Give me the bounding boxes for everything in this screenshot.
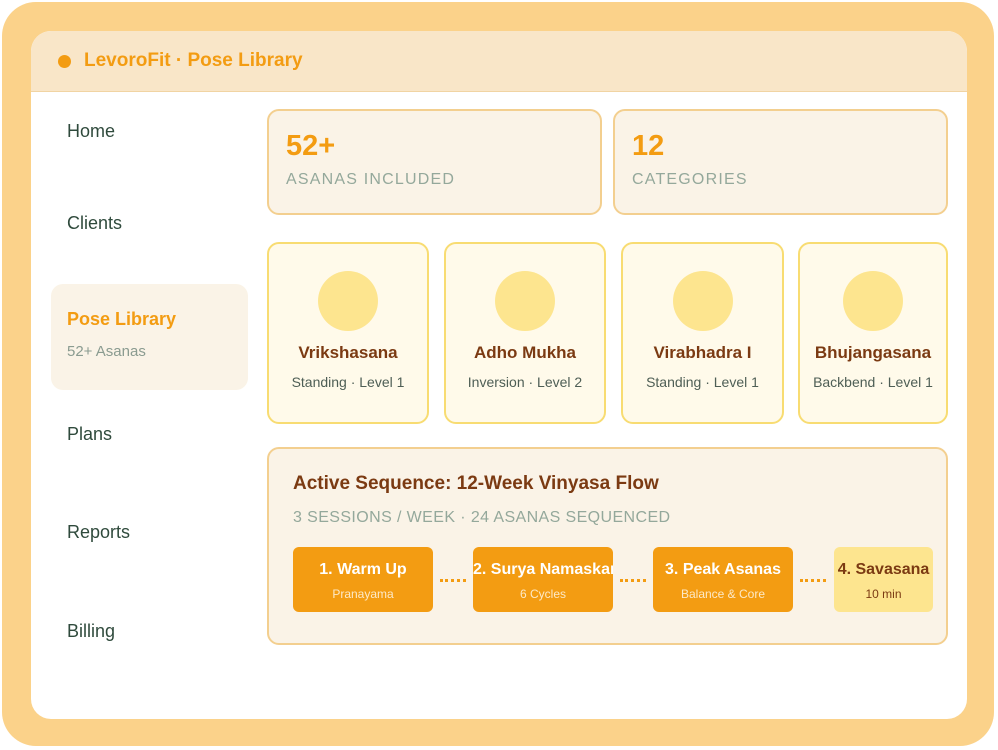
sequence-step-peak-asanas[interactable]: 3. Peak Asanas Balance & Core bbox=[653, 547, 793, 612]
pose-image bbox=[318, 271, 378, 331]
sidebar-item-sublabel: 52+ Asanas bbox=[67, 343, 146, 360]
sequence-title: Active Sequence: 12-Week Vinyasa Flow bbox=[293, 473, 659, 494]
pose-card-vrikshasana[interactable]: Vrikshasana Standing · Level 1 bbox=[267, 242, 429, 424]
title-bar: LevoroFit · Pose Library bbox=[31, 31, 967, 92]
step-label: 1. Warm Up bbox=[319, 561, 407, 578]
pose-meta: Backbend · Level 1 bbox=[813, 374, 933, 390]
step-connector bbox=[620, 579, 646, 582]
sidebar-item-home[interactable]: Home bbox=[67, 121, 115, 142]
pose-meta: Standing · Level 1 bbox=[646, 374, 759, 390]
pose-name: Adho Mukha bbox=[474, 343, 576, 362]
step-connector bbox=[440, 579, 466, 582]
pose-image bbox=[843, 271, 903, 331]
step-detail: Pranayama bbox=[332, 587, 394, 601]
sidebar-item-plans[interactable]: Plans bbox=[67, 424, 112, 445]
active-sequence-panel: Active Sequence: 12-Week Vinyasa Flow 3 … bbox=[267, 447, 948, 645]
stat-card-categories: 12 CATEGORIES bbox=[613, 109, 948, 215]
sidebar-item-clients[interactable]: Clients bbox=[67, 213, 122, 234]
step-label: 2. Surya Namaskar bbox=[473, 561, 613, 578]
sidebar-item-label: Pose Library bbox=[67, 309, 177, 329]
step-detail: 10 min bbox=[865, 587, 902, 601]
pose-image bbox=[495, 271, 555, 331]
pose-card-adho-mukha[interactable]: Adho Mukha Inversion · Level 2 bbox=[444, 242, 606, 424]
pose-meta: Standing · Level 1 bbox=[291, 374, 405, 390]
step-detail: 6 Cycles bbox=[519, 587, 566, 601]
pose-name: Vrikshasana bbox=[298, 343, 398, 362]
pose-card-virabhadra[interactable]: Virabhadra I Standing · Level 1 bbox=[621, 242, 784, 424]
sidebar-item-billing[interactable]: Billing bbox=[67, 621, 115, 642]
pose-name: Virabhadra I bbox=[653, 343, 752, 362]
stat-card-asanas: 52+ ASANAS INCLUDED bbox=[267, 109, 602, 215]
step-label: 3. Peak Asanas bbox=[665, 561, 781, 578]
sidebar-item-reports[interactable]: Reports bbox=[67, 522, 130, 543]
step-label: 4. Savasana bbox=[837, 561, 930, 578]
step-connector bbox=[800, 579, 826, 582]
sequence-subtitle: 3 SESSIONS / WEEK · 24 ASANAS SEQUENCED bbox=[293, 509, 671, 526]
pose-name: Bhujangasana bbox=[814, 343, 932, 362]
app-title: LevoroFit · Pose Library bbox=[84, 50, 303, 71]
status-dot-icon bbox=[58, 54, 71, 68]
pose-image bbox=[672, 271, 733, 331]
stat-value: 52+ bbox=[286, 130, 336, 162]
app-window: LevoroFit · Pose Library Home Clients Po… bbox=[31, 31, 967, 719]
sidebar-item-pose-library[interactable]: Pose Library 52+ Asanas bbox=[51, 284, 248, 390]
sequence-step-surya-namaskar[interactable]: 2. Surya Namaskar 6 Cycles bbox=[473, 547, 613, 612]
pose-meta: Inversion · Level 2 bbox=[467, 374, 583, 390]
stat-caption: CATEGORIES bbox=[632, 171, 748, 188]
stat-caption: ASANAS INCLUDED bbox=[286, 171, 456, 188]
outer-frame: LevoroFit · Pose Library Home Clients Po… bbox=[2, 2, 994, 746]
stat-value: 12 bbox=[632, 130, 665, 162]
sequence-step-warm-up[interactable]: 1. Warm Up Pranayama bbox=[293, 547, 433, 612]
step-detail: Balance & Core bbox=[680, 587, 766, 601]
pose-card-bhujangasana[interactable]: Bhujangasana Backbend · Level 1 bbox=[798, 242, 948, 424]
sequence-step-savasana[interactable]: 4. Savasana 10 min bbox=[834, 547, 933, 612]
